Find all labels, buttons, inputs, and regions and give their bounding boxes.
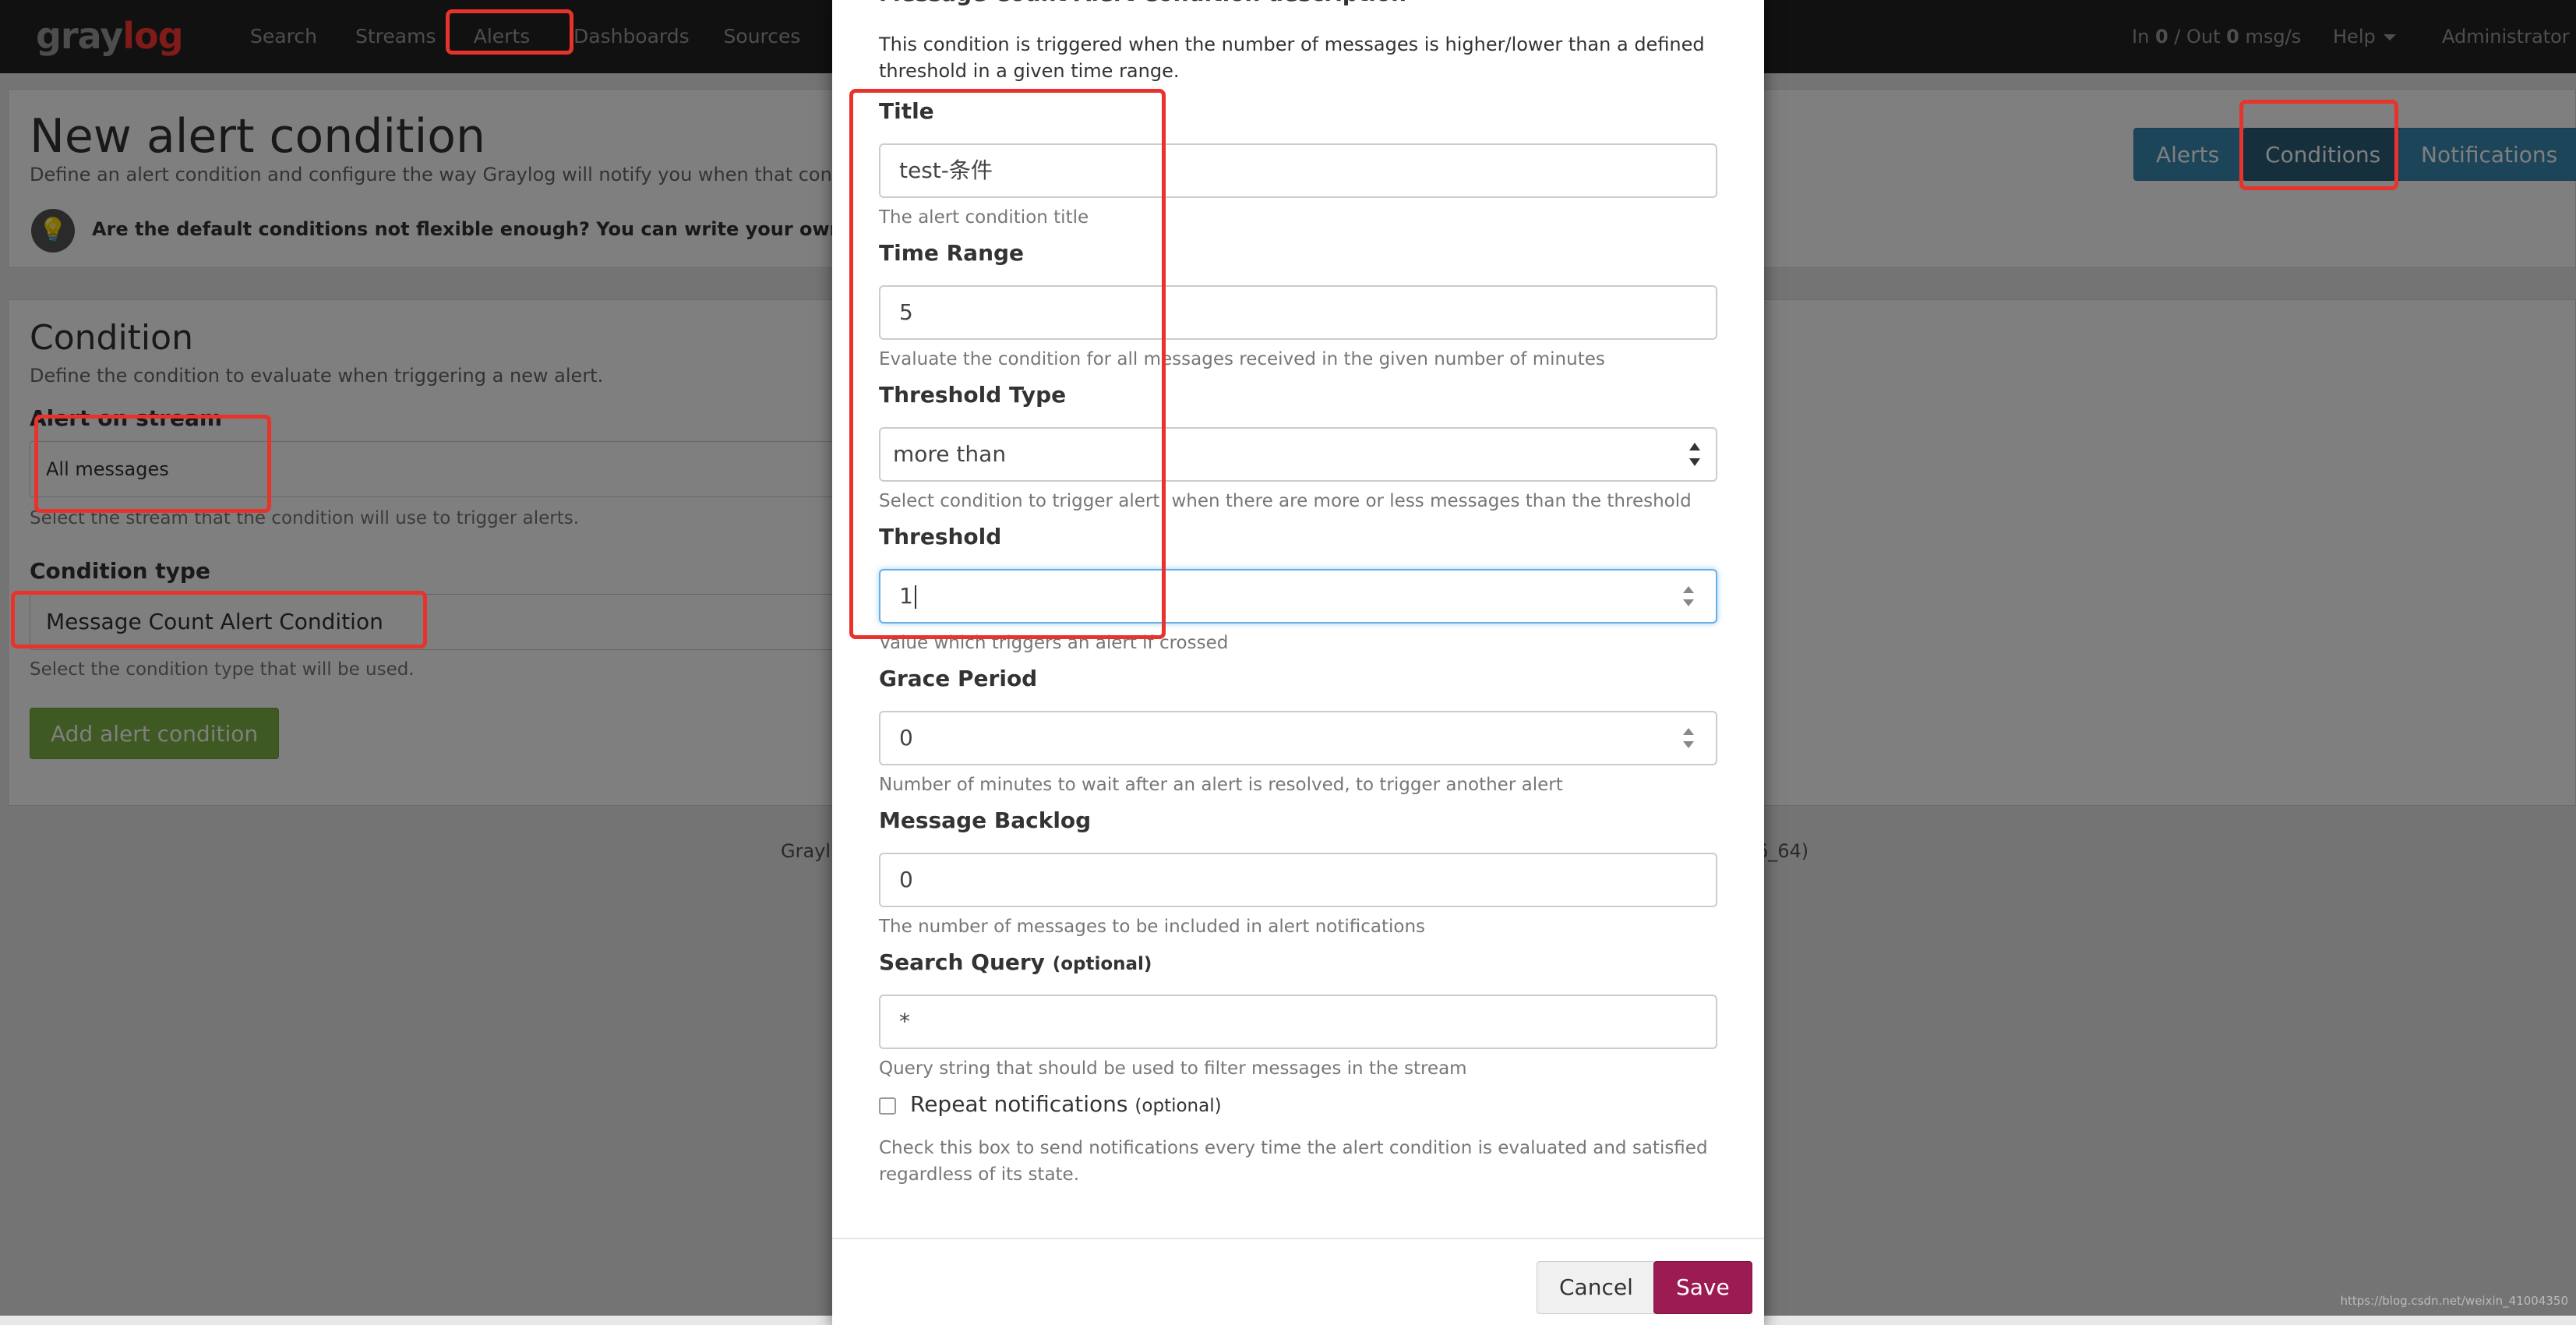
search-query-help: Query string that should be used to filt…	[879, 1058, 1467, 1079]
repeat-notifications-label[interactable]: Repeat notifications (optional)	[910, 1091, 1222, 1117]
modal-description: This condition is triggered when the num…	[879, 34, 1705, 82]
annotation-box-conditions-tab	[2239, 100, 2398, 190]
annotation-box-condition-type	[11, 591, 427, 648]
message-backlog-input[interactable]: 0	[879, 853, 1717, 907]
annotation-box-alerts-nav	[446, 9, 573, 55]
grace-period-input[interactable]: 0	[879, 711, 1717, 765]
select-arrows-icon	[1689, 443, 1700, 466]
modal-footer-divider	[832, 1238, 1764, 1239]
message-backlog-help: The number of messages to be included in…	[879, 917, 1426, 937]
repeat-notifications-help: Check this box to send notifications eve…	[879, 1138, 1708, 1185]
modal-header: Message Count Alert Condition descriptio…	[879, 0, 1406, 8]
annotation-box-modal-fields	[849, 89, 1166, 639]
spinner-icon[interactable]	[1683, 586, 1694, 606]
grace-period-label: Grace Period	[879, 666, 1038, 691]
watermark-text: https://blog.csdn.net/weixin_41004350	[2340, 1294, 2568, 1308]
cancel-button[interactable]: Cancel	[1537, 1261, 1656, 1314]
message-backlog-label: Message Backlog	[879, 807, 1092, 833]
save-button[interactable]: Save	[1653, 1261, 1752, 1314]
spinner-icon[interactable]	[1683, 728, 1694, 748]
search-query-input[interactable]: *	[879, 995, 1717, 1049]
search-query-label: Search Query (optional)	[879, 949, 1152, 975]
annotation-box-stream	[34, 415, 271, 513]
grace-period-help: Number of minutes to wait after an alert…	[879, 775, 1563, 795]
repeat-notifications-checkbox[interactable]	[879, 1097, 896, 1115]
